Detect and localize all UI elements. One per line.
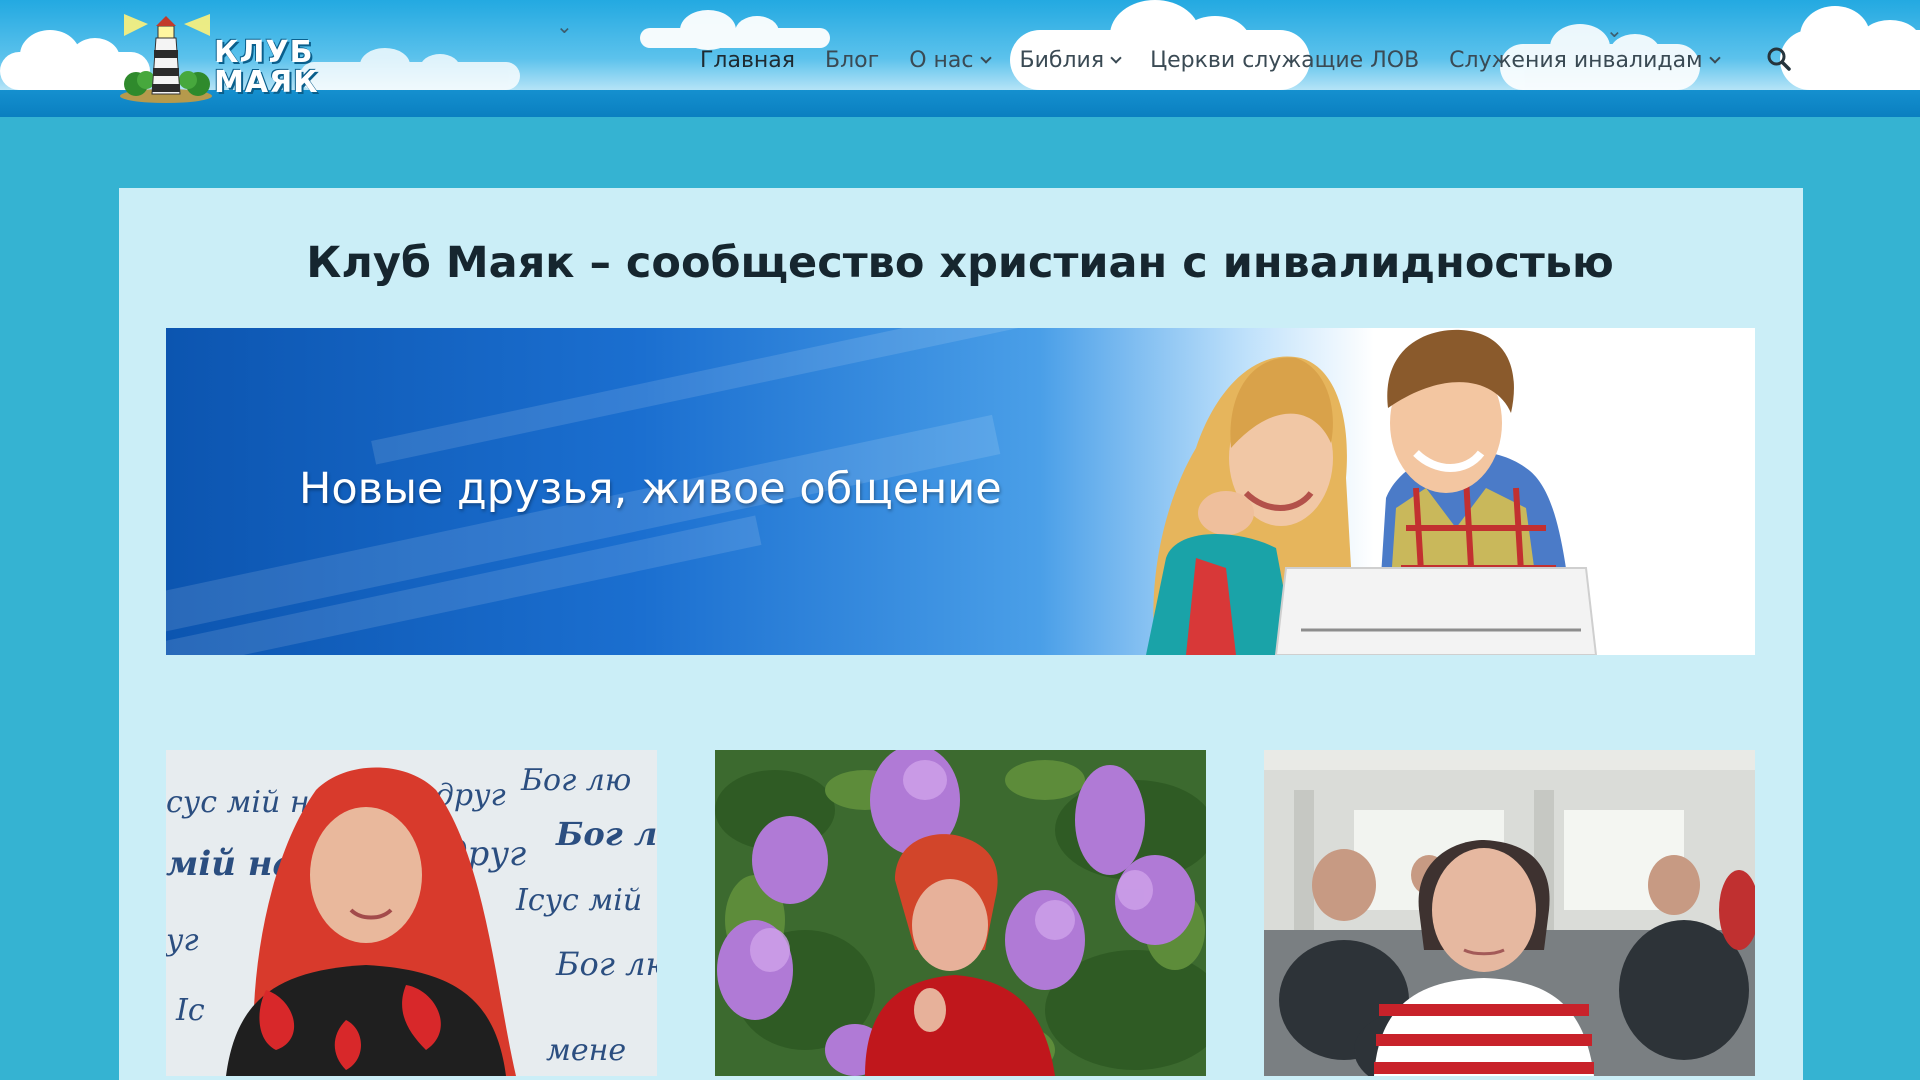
wall-text: Бог лю	[555, 945, 657, 983]
nav-label: Служения инвалидам	[1449, 47, 1703, 73]
nav-item-ministries[interactable]: Служения инвалидам	[1449, 47, 1721, 73]
nav-item-blog[interactable]: Блог	[825, 48, 879, 73]
header-cloud	[640, 10, 830, 50]
nav-item-bible[interactable]: Библия	[1019, 47, 1122, 73]
logo-text: КЛУБ МАЯК	[214, 35, 319, 100]
wall-text: уг	[166, 923, 199, 958]
nav-item-about[interactable]: О нас	[909, 47, 992, 73]
nav-item-home[interactable]: Главная	[700, 48, 795, 73]
wall-text: Ісус мій	[515, 883, 642, 918]
nav-label: Блог	[825, 47, 880, 73]
chevron-down-icon	[1110, 52, 1122, 64]
site-logo[interactable]: КЛУБ МАЯК	[118, 14, 338, 104]
bird-icon: ⌄	[556, 14, 573, 38]
wall-text: Бог л	[555, 815, 657, 853]
page-title: Клуб Маяк – сообщество христиан с инвали…	[306, 238, 1614, 288]
wall-text: мене	[546, 1033, 626, 1068]
nav-label: Библия	[1019, 47, 1105, 73]
bird-icon: ⌄	[1606, 18, 1623, 42]
site-header: ⌄ ⌄ КЛУБ МАЯК Главная Блог О нас Библия …	[0, 0, 1920, 117]
photo-thumbnail[interactable]	[1264, 750, 1755, 1076]
wall-text: Іс	[175, 993, 205, 1028]
photo-thumbnail[interactable]	[715, 750, 1206, 1076]
wall-text: Бог лю	[520, 763, 631, 798]
photo-woman-hall	[1264, 750, 1755, 1076]
hero-banner[interactable]: Новые друзья, живое общение	[166, 328, 1755, 655]
banner-photo	[1146, 329, 1598, 655]
nav-label: Церкви служащие ЛОВ	[1150, 47, 1420, 73]
nav-label: О нас	[909, 47, 974, 73]
nav-item-churches[interactable]: Церкви служащие ЛОВ	[1150, 48, 1419, 73]
header-cloud	[1780, 6, 1920, 90]
photo-woman-lilac	[715, 750, 1206, 1076]
nav-label: Главная	[700, 47, 796, 73]
search-button[interactable]	[1766, 46, 1792, 72]
chevron-down-icon	[979, 52, 992, 64]
search-icon	[1767, 47, 1791, 71]
lighthouse-icon	[120, 14, 212, 103]
banner-text: Новые друзья, живое общение	[299, 464, 1002, 514]
photo-thumbnail[interactable]: сус мій най й друг Бог лю мій найк друг …	[166, 750, 657, 1076]
main-nav: Главная Блог О нас Библия Церкви служащи…	[700, 46, 1749, 74]
photo-woman-text-wall: сус мій най й друг Бог лю мій найк друг …	[166, 750, 657, 1076]
chevron-down-icon	[1708, 52, 1721, 64]
